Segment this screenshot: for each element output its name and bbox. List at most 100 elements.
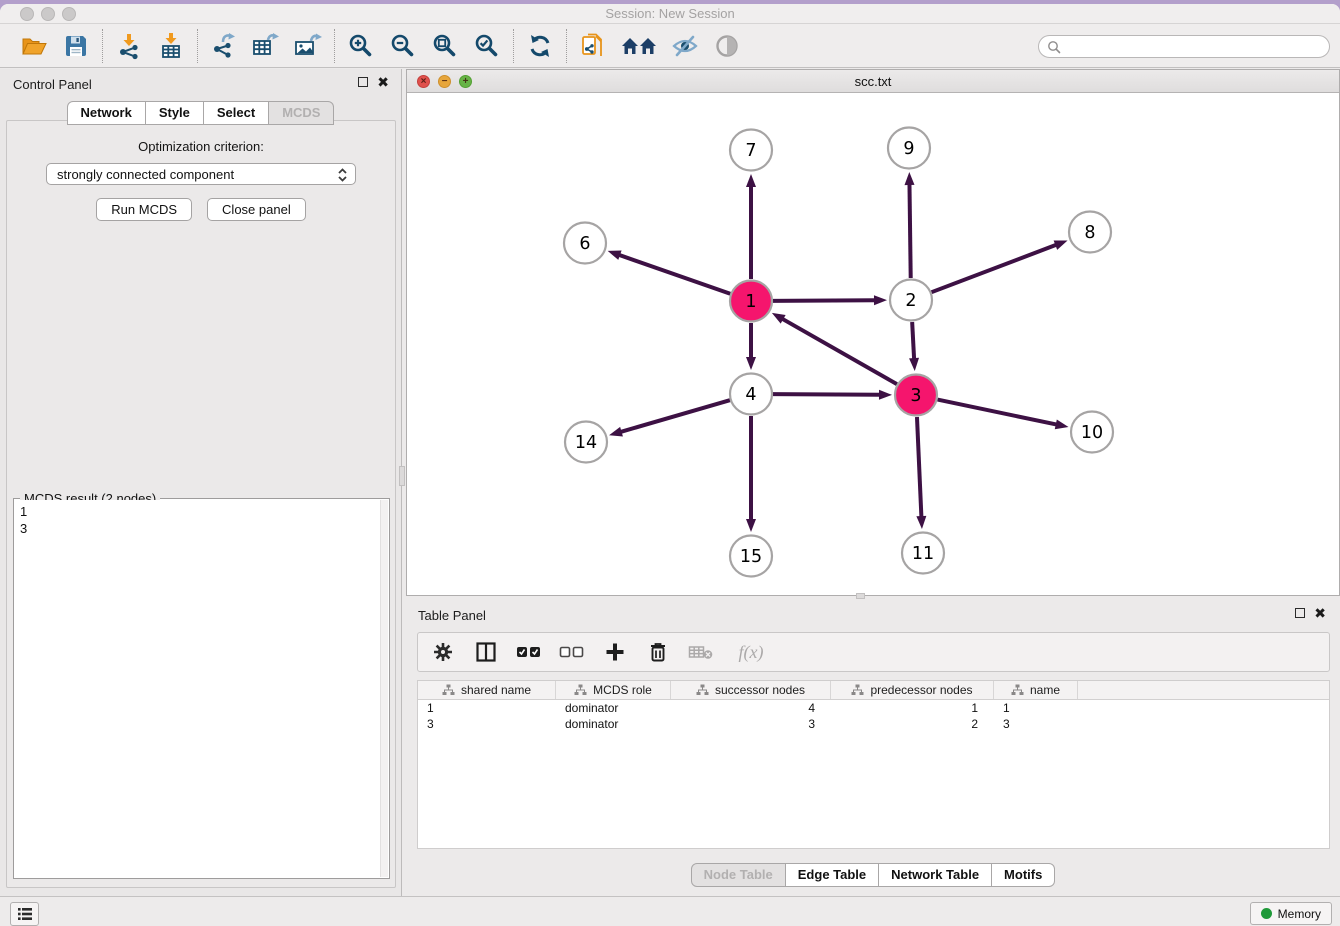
criterion-select-value: strongly connected component [57, 167, 234, 182]
status-bar: Memory [0, 896, 1340, 926]
edge-arrowhead [874, 295, 887, 305]
import-network-icon[interactable] [114, 31, 144, 61]
graph-edge-3-10[interactable] [938, 400, 1057, 425]
edge-arrowhead [904, 172, 914, 185]
table-cell: 4 [671, 700, 831, 716]
graph-edge-4-3[interactable] [773, 394, 880, 395]
result-scrollbar[interactable] [380, 500, 388, 877]
apply-layout-icon[interactable] [525, 31, 555, 61]
show-column-icon[interactable] [473, 639, 499, 665]
float-panel-icon[interactable] [358, 77, 368, 87]
tab-motifs[interactable]: Motifs [992, 863, 1055, 887]
mcds-result-text[interactable]: 1 3 [15, 500, 380, 877]
graph-node-label: 1 [745, 292, 756, 312]
show-all-icon[interactable] [712, 31, 742, 61]
table-row[interactable]: 3dominator323 [418, 716, 1329, 732]
tab-select[interactable]: Select [204, 101, 269, 125]
graph-edge-3-1[interactable] [782, 319, 897, 384]
window-titlebar: Session: New Session [0, 4, 1340, 24]
search-field[interactable] [1038, 35, 1330, 58]
hide-selected-icon[interactable] [670, 31, 700, 61]
graph-node-label: 9 [903, 139, 914, 159]
destroy-table-icon[interactable] [688, 639, 714, 665]
save-session-icon[interactable] [61, 31, 91, 61]
column-header-predecessor-nodes[interactable]: predecessor nodes [831, 681, 994, 699]
table-row[interactable]: 1dominator411 [418, 700, 1329, 716]
column-header-MCDS-role[interactable]: MCDS role [556, 681, 671, 699]
select-stepper-icon [337, 167, 348, 186]
close-panel-button[interactable]: Close panel [207, 198, 306, 221]
zoom-out-icon[interactable] [388, 31, 418, 61]
edge-arrowhead [1054, 240, 1068, 249]
network-view-window: × − + scc.txt 7968124314101511 [406, 69, 1340, 596]
table-close-panel-icon[interactable]: ✖ [1314, 608, 1326, 618]
tab-node-table[interactable]: Node Table [691, 863, 786, 887]
memory-button[interactable]: Memory [1250, 902, 1332, 925]
table-panel-title: Table Panel [418, 608, 486, 623]
vertical-splitter-handle[interactable] [399, 466, 405, 486]
table-cell: 1 [831, 700, 994, 716]
clone-network-icon[interactable] [578, 31, 608, 61]
table-cell: 1 [418, 700, 556, 716]
control-panel: Control Panel ✖ NetworkStyleSelectMCDS O… [0, 69, 402, 896]
column-header-name[interactable]: name [994, 681, 1078, 699]
edge-arrowhead [609, 427, 623, 437]
clear-checks-icon[interactable] [559, 639, 585, 665]
function-builder-icon[interactable]: f(x) [731, 639, 771, 665]
close-panel-icon[interactable]: ✖ [377, 77, 389, 87]
node-table: shared nameMCDS rolesuccessor nodesprede… [417, 680, 1330, 849]
memory-status-icon [1261, 908, 1272, 919]
graph-node-label: 7 [745, 141, 756, 161]
open-session-icon[interactable] [19, 31, 49, 61]
run-mcds-button[interactable]: Run MCDS [96, 198, 192, 221]
horizontal-splitter-handle[interactable] [856, 593, 865, 599]
search-input[interactable] [1066, 40, 1329, 54]
table-panel: Table Panel ✖ [406, 600, 1340, 896]
list-icon [17, 907, 33, 921]
tab-edge-table[interactable]: Edge Table [786, 863, 879, 887]
graph-edge-4-14[interactable] [621, 400, 730, 432]
add-column-icon[interactable] [602, 639, 628, 665]
graph-edge-1-6[interactable] [619, 255, 730, 294]
edge-arrowhead [746, 357, 756, 370]
table-float-panel-icon[interactable] [1295, 608, 1305, 618]
graph-node-label: 4 [745, 385, 756, 405]
graph-edge-3-11[interactable] [917, 417, 921, 517]
export-table-icon[interactable] [251, 31, 281, 61]
delete-column-icon[interactable] [645, 639, 671, 665]
column-header-shared-name[interactable]: shared name [418, 681, 556, 699]
zoom-in-icon[interactable] [346, 31, 376, 61]
main-toolbar [0, 24, 1340, 68]
network-window-titlebar: × − + scc.txt [407, 70, 1339, 93]
tab-network[interactable]: Network [67, 101, 146, 125]
criterion-select[interactable]: strongly connected component [46, 163, 356, 185]
graph-edge-2-8[interactable] [932, 245, 1057, 292]
zoom-selected-icon[interactable] [472, 31, 502, 61]
tab-network-table[interactable]: Network Table [879, 863, 992, 887]
import-table-icon[interactable] [156, 31, 186, 61]
edge-arrowhead [916, 516, 926, 529]
window-title: Session: New Session [0, 6, 1340, 21]
edge-arrowhead [909, 358, 919, 371]
graph-edge-2-9[interactable] [909, 184, 910, 278]
select-all-checks-icon[interactable] [516, 639, 542, 665]
tab-style[interactable]: Style [146, 101, 204, 125]
edge-arrowhead [772, 313, 786, 324]
panel-menu-button[interactable] [10, 902, 39, 926]
export-network-icon[interactable] [209, 31, 239, 61]
network-canvas[interactable]: 7968124314101511 [407, 93, 1339, 595]
graph-node-label: 6 [579, 234, 590, 254]
export-image-icon[interactable] [293, 31, 323, 61]
table-header-row: shared nameMCDS rolesuccessor nodesprede… [418, 681, 1329, 700]
graph-edge-1-2[interactable] [773, 300, 875, 301]
graph-node-label: 2 [905, 291, 916, 311]
table-options-icon[interactable] [430, 639, 456, 665]
graph-edge-2-3[interactable] [912, 322, 914, 359]
graph-node-label: 8 [1084, 223, 1095, 243]
table-toolbar: f(x) [417, 632, 1330, 672]
column-header-successor-nodes[interactable]: successor nodes [671, 681, 831, 699]
zoom-fit-icon[interactable] [430, 31, 460, 61]
control-panel-title: Control Panel [13, 77, 92, 92]
tab-mcds[interactable]: MCDS [269, 101, 334, 125]
first-neighbors-icon[interactable] [620, 31, 658, 61]
